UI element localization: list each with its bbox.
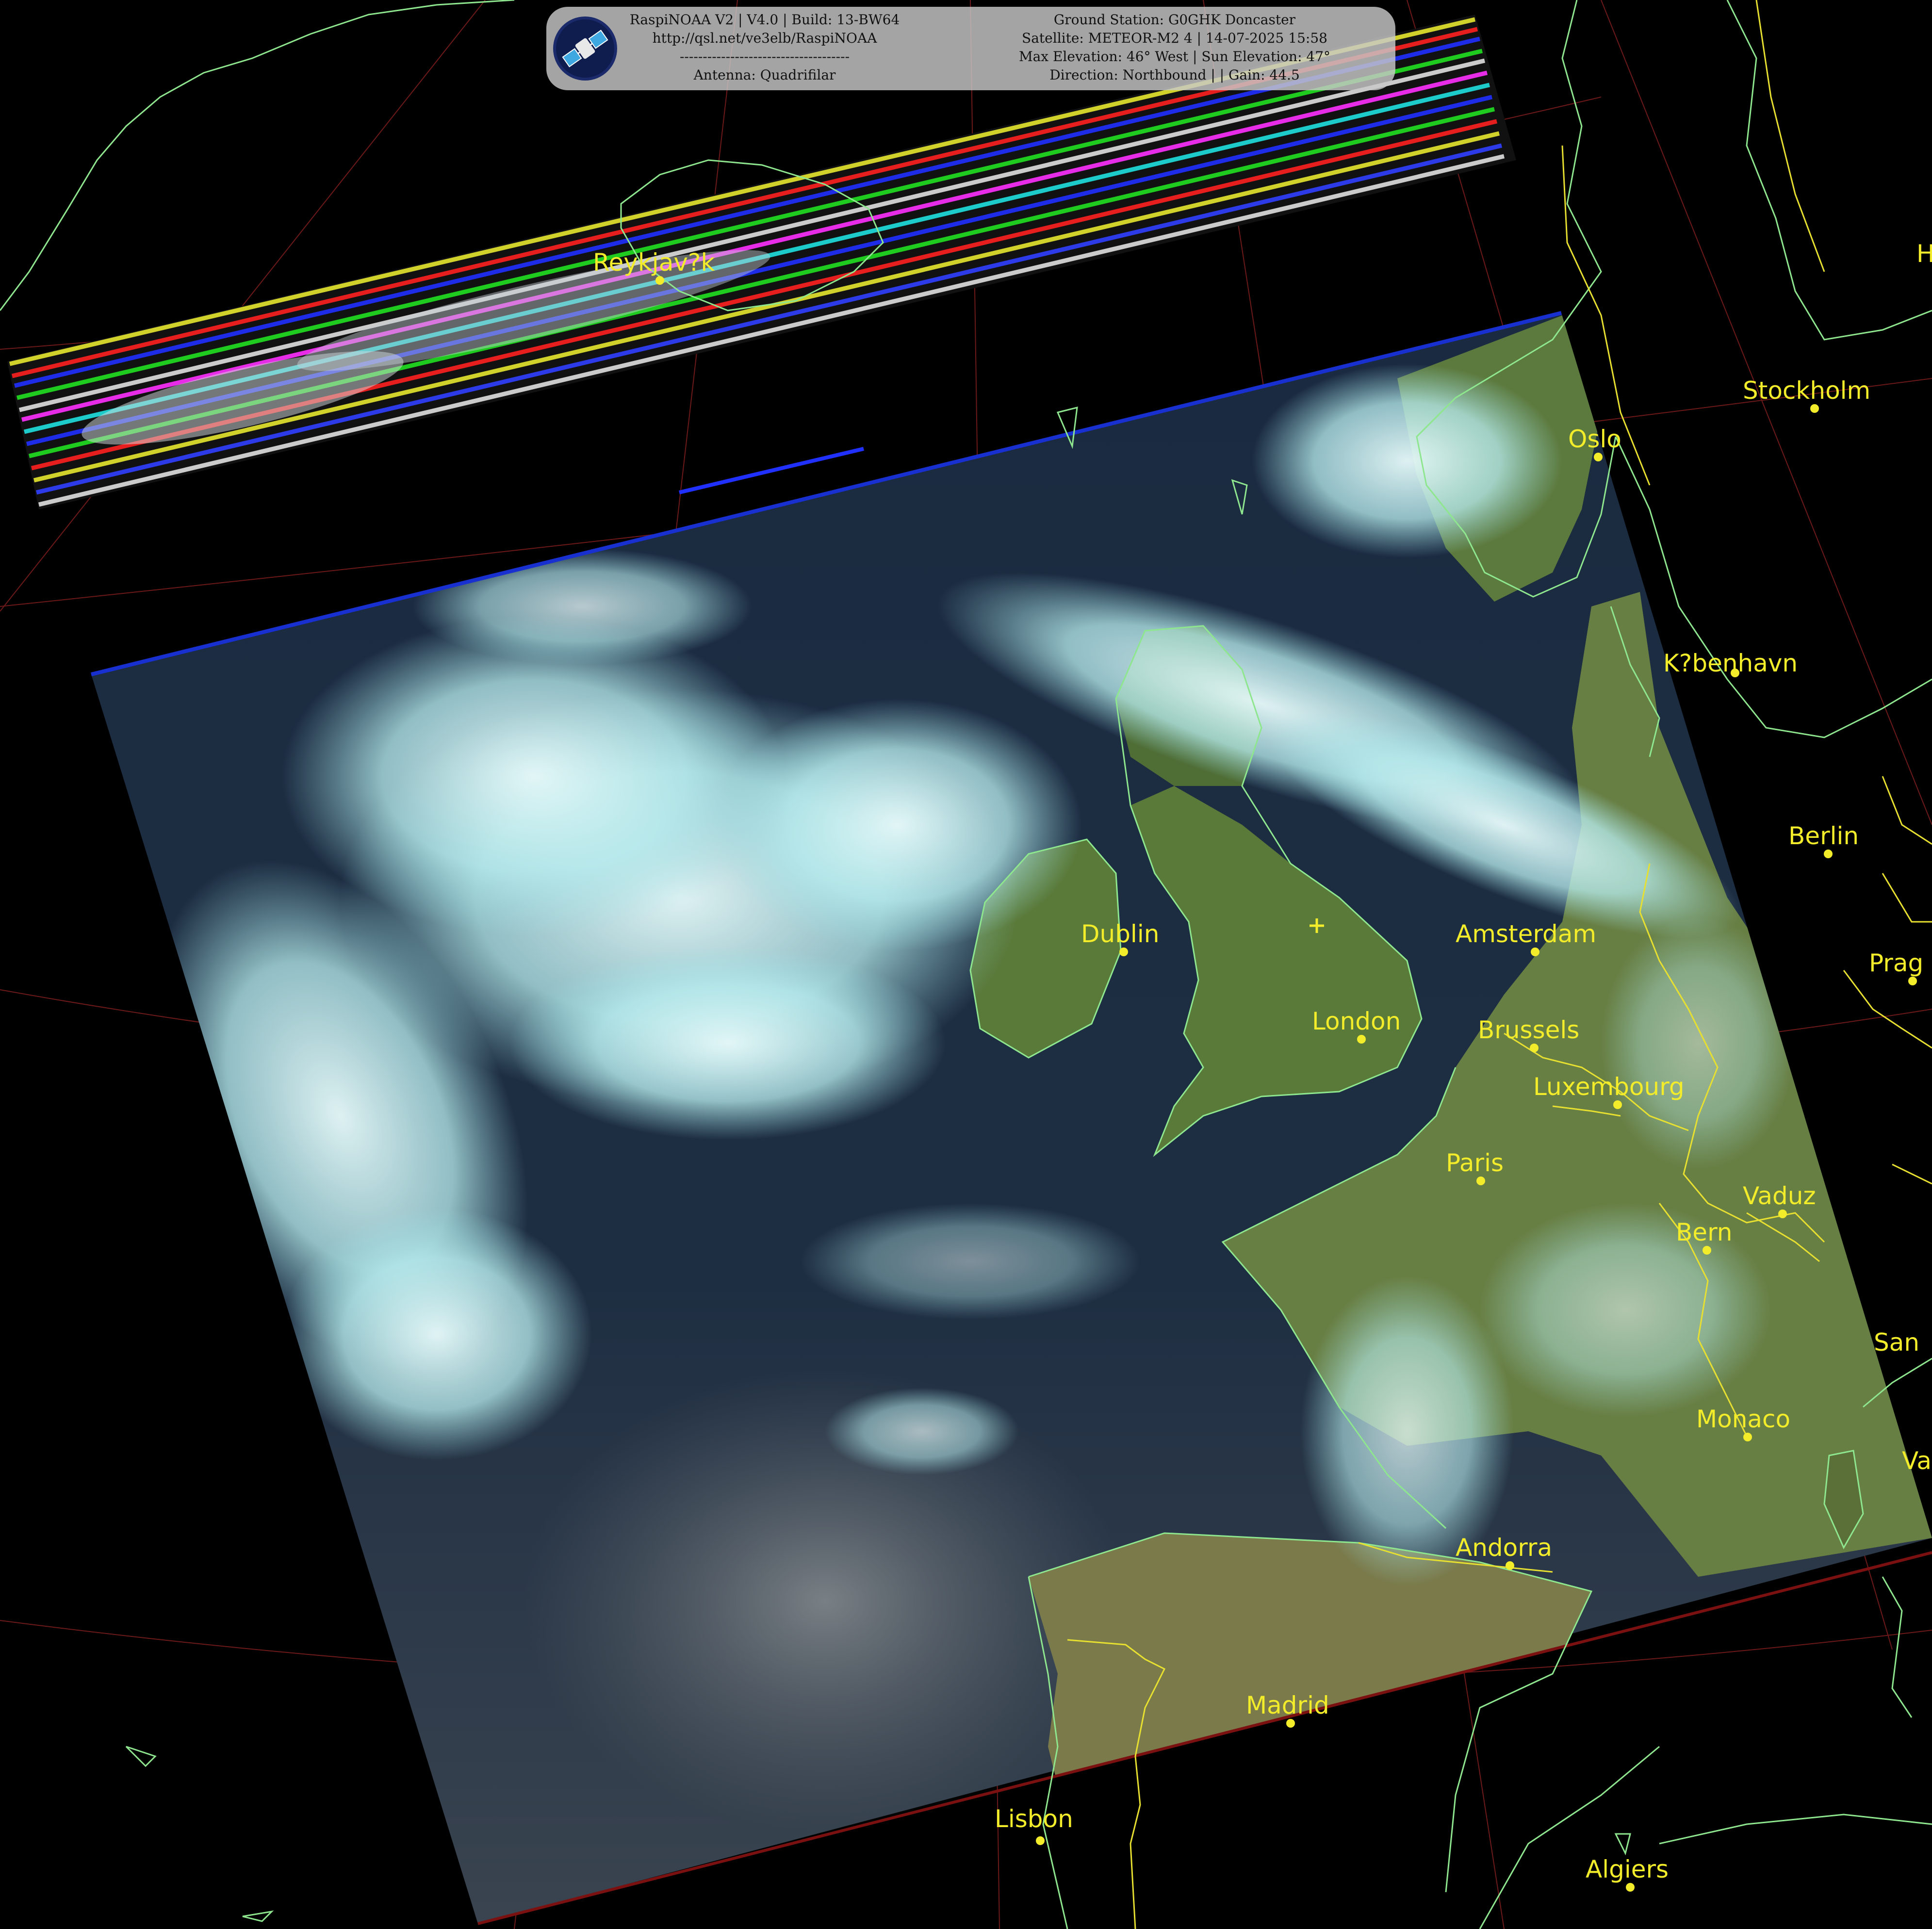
city-label: Madrid: [1246, 1691, 1329, 1719]
software-version: RaspiNOAA V2 | V4.0 | Build: 13-BW64: [629, 12, 900, 28]
satellite-icon: [553, 16, 617, 81]
city-label: Amsterdam: [1456, 920, 1596, 948]
city-kobenhavn: K?benhavn: [1663, 649, 1798, 677]
city-label: San: [1874, 1328, 1919, 1357]
city-helsinki: H: [1916, 240, 1932, 268]
city-label: London: [1312, 1007, 1401, 1035]
city-label: Berlin: [1788, 822, 1859, 850]
city-label: Bern: [1676, 1218, 1732, 1246]
city-label: Paris: [1446, 1149, 1504, 1177]
satellite-info: Satellite: METEOR-M2 4 | 14-07-2025 15:5…: [1022, 30, 1327, 46]
project-url: http://qsl.net/ve3elb/RaspiNOAA: [652, 30, 877, 46]
city-label: Brussels: [1478, 1016, 1579, 1044]
city-label: Oslo: [1568, 425, 1621, 453]
city-label: Va: [1902, 1447, 1932, 1475]
city-label: Algiers: [1586, 1855, 1669, 1883]
software-info: RaspiNOAA V2 | V4.0 | Build: 13-BW64 htt…: [619, 11, 910, 84]
pass-details: Ground Station: G0GHK Doncaster Satellit…: [964, 11, 1386, 84]
city-label: Andorra: [1456, 1534, 1552, 1562]
satellite-map: Reykjav?k Stockholm Oslo K?benhavn Berli…: [0, 0, 1932, 1929]
separator: -------------------------------------: [679, 49, 850, 65]
direction-gain: Direction: Northbound | | Gain: 44.5: [1049, 67, 1300, 83]
city-label: Vaduz: [1743, 1182, 1816, 1210]
city-label: Stockholm: [1743, 376, 1870, 405]
city-label: Lisbon: [995, 1805, 1073, 1833]
antenna-info: Antenna: Quadrifilar: [693, 67, 836, 83]
pass-info-panel: RaspiNOAA V2 | V4.0 | Build: 13-BW64 htt…: [546, 7, 1395, 90]
city-label: K?benhavn: [1663, 649, 1798, 677]
city-label: Dublin: [1081, 920, 1159, 948]
city-san-marino: San: [1874, 1328, 1919, 1357]
city-label: Reykjav?k: [593, 248, 715, 277]
city-label: Prag: [1869, 949, 1923, 977]
city-label: H: [1916, 240, 1932, 268]
ground-station: Ground Station: G0GHK Doncaster: [1053, 12, 1296, 28]
city-label: Monaco: [1696, 1405, 1790, 1433]
city-vatican: Va: [1902, 1447, 1932, 1475]
city-label: Luxembourg: [1533, 1073, 1685, 1101]
elevation-info: Max Elevation: 46° West | Sun Elevation:…: [1018, 49, 1331, 65]
